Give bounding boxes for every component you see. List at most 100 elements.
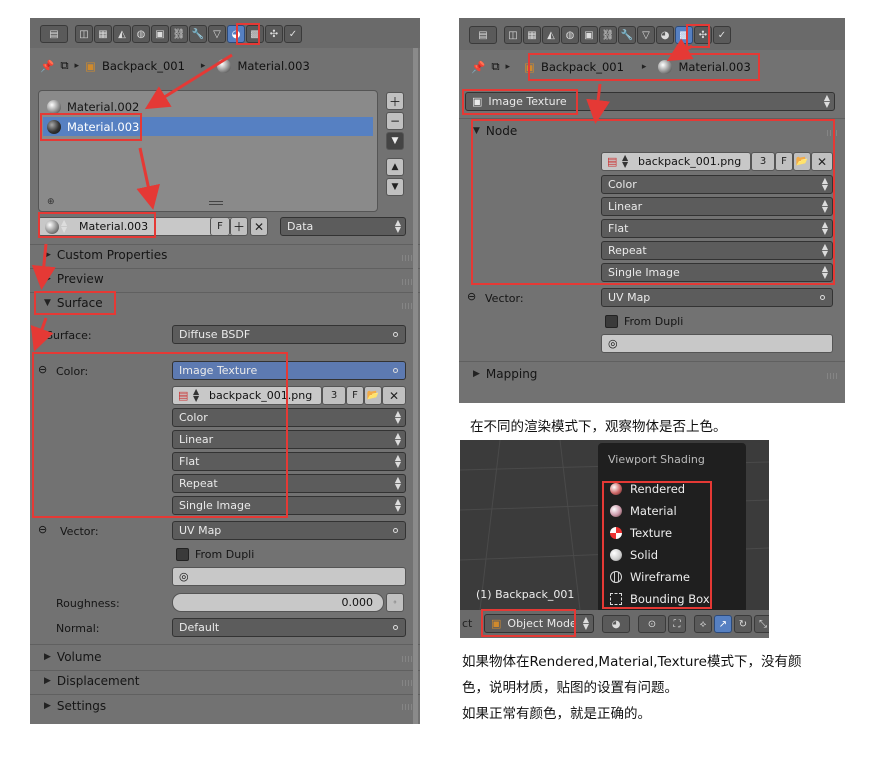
- header-cut-text: ct: [462, 617, 473, 630]
- highlight-color-node: [32, 352, 288, 518]
- mesh-icon: ⧉: [60, 58, 69, 72]
- snap-icon[interactable]: ⛶: [668, 615, 686, 633]
- editor-type-button[interactable]: ▤: [469, 26, 497, 44]
- vector-field[interactable]: UV Map: [601, 288, 833, 307]
- normal-field[interactable]: Default: [172, 618, 406, 637]
- roughness-label: Roughness:: [56, 597, 120, 610]
- unlink-image-button[interactable]: ✕: [382, 386, 406, 405]
- image-fake-user-button[interactable]: F: [346, 386, 364, 405]
- section-mapping[interactable]: ▶ Mapping: [473, 367, 537, 381]
- translate-icon[interactable]: ↗: [714, 615, 732, 633]
- highlight-node-section: [471, 119, 835, 285]
- from-dupli-checkbox[interactable]: From Dupli: [176, 548, 254, 561]
- open-image-icon[interactable]: 📂: [364, 386, 382, 405]
- world-tab-icon[interactable]: ◍: [561, 26, 579, 44]
- section-preview[interactable]: ▶ Preview: [44, 272, 104, 286]
- breadcrumb-material: Material.003: [237, 58, 310, 73]
- object-tab-icon[interactable]: ▣: [151, 25, 169, 43]
- scrollbar[interactable]: [413, 48, 418, 724]
- material-icon: [217, 58, 232, 73]
- surface-shader-field[interactable]: Diffuse BSDF: [172, 325, 406, 344]
- remove-slot-button[interactable]: −: [386, 112, 404, 130]
- highlight-material-slot: [40, 113, 142, 141]
- link-dropdown[interactable]: Data ▲ ▼: [280, 217, 406, 236]
- vector-node-picker[interactable]: ◎: [601, 334, 833, 353]
- caption-check-color: 如果物体在Rendered,Material,Texture模式下，没有颜 色，…: [462, 654, 802, 722]
- shading-dropdown-icon[interactable]: ◕: [602, 615, 630, 633]
- section-custom-properties[interactable]: ▶ Custom Properties: [44, 248, 167, 262]
- chevron-right-icon: ▸: [200, 60, 206, 71]
- rotate-icon[interactable]: ↻: [734, 615, 752, 633]
- constraints-tab-icon[interactable]: ⛓: [599, 26, 617, 44]
- collapse-icon[interactable]: ⊖: [467, 290, 476, 303]
- section-settings[interactable]: ▶ Settings: [44, 699, 106, 713]
- physics-tab-icon[interactable]: ✓: [713, 26, 731, 44]
- image-users-count: 3: [322, 386, 346, 405]
- material-slot-list[interactable]: Material.002 Material.003 ⊕: [38, 90, 378, 212]
- menu-title: Viewport Shading: [608, 453, 705, 466]
- particles-tab-icon[interactable]: ✣: [265, 25, 283, 43]
- node-socket-icon: ◎: [179, 570, 189, 583]
- highlight-texture-tab: [686, 24, 710, 48]
- move-down-button[interactable]: ▼: [386, 178, 404, 196]
- constraints-tab-icon[interactable]: ⛓: [170, 25, 188, 43]
- normal-label: Normal:: [56, 622, 100, 635]
- slot-specials-button[interactable]: ▼: [386, 132, 404, 150]
- render-tab-icon[interactable]: ◫: [75, 25, 93, 43]
- render-tab-icon[interactable]: ◫: [504, 26, 522, 44]
- scene-tab-icon[interactable]: ◭: [542, 26, 560, 44]
- highlight-object-mode: [481, 609, 576, 637]
- data-tab-icon[interactable]: ▽: [208, 25, 226, 43]
- move-up-button[interactable]: ▲: [386, 158, 404, 176]
- add-slot-button[interactable]: ＋: [386, 92, 404, 110]
- chevron-updown-icon: ▲ ▼: [394, 218, 401, 234]
- chevron-right-icon: ▶: [44, 250, 51, 260]
- layers-tab-icon[interactable]: ▦: [523, 26, 541, 44]
- modifiers-tab-icon[interactable]: 🔧: [618, 26, 636, 44]
- world-tab-icon[interactable]: ◍: [132, 25, 150, 43]
- list-filter-icon[interactable]: ⊕: [47, 197, 55, 207]
- physics-tab-icon[interactable]: ✓: [284, 25, 302, 43]
- highlight-material-tab: [236, 23, 260, 45]
- highlight-surface-section: [34, 291, 116, 315]
- highlight-shading-items: [602, 481, 712, 609]
- layers-tab-icon[interactable]: ▦: [94, 25, 112, 43]
- material-icon: [47, 99, 61, 114]
- chevron-right-icon: ▶: [44, 652, 51, 662]
- mesh-icon: ⧉: [491, 59, 500, 73]
- editor-type-button[interactable]: ▤: [40, 25, 68, 43]
- new-material-button[interactable]: ＋: [230, 217, 248, 236]
- object-icon: ▣: [85, 58, 96, 73]
- object-tab-icon[interactable]: ▣: [580, 26, 598, 44]
- context-tabs: ▤ ◫ ▦ ◭ ◍ ▣ ⛓ 🔧 ▽ ◕ ▩ ✣ ✓: [40, 25, 302, 43]
- roughness-slider[interactable]: 0.000: [172, 593, 384, 612]
- from-dupli-checkbox[interactable]: From Dupli: [605, 315, 683, 328]
- fake-user-button[interactable]: F: [210, 217, 230, 236]
- section-displacement[interactable]: ▶ Displacement: [44, 674, 139, 688]
- highlight-material-browse: [38, 212, 156, 238]
- caption-render-modes: 在不同的渲染模式下，观察物体是否上色。: [470, 419, 727, 435]
- node-socket-icon: ◎: [608, 337, 618, 350]
- scale-icon[interactable]: ⤡: [754, 615, 769, 633]
- material-tab-icon[interactable]: ◕: [656, 26, 674, 44]
- chevron-right-icon: ▸: [505, 61, 511, 72]
- collapse-icon[interactable]: ⊖: [38, 523, 47, 536]
- scene-tab-icon[interactable]: ◭: [113, 25, 131, 43]
- highlight-node-type: [462, 89, 578, 115]
- vector-field[interactable]: UV Map: [172, 521, 406, 540]
- surface-label: Surface:: [46, 329, 92, 342]
- vector-label: Vector:: [60, 525, 99, 538]
- pivot-dropdown-icon[interactable]: ⊙: [638, 615, 666, 633]
- pin-icon[interactable]: 📌: [471, 60, 485, 74]
- manipulator-icon[interactable]: ⟡: [694, 615, 712, 633]
- unlink-material-button[interactable]: ✕: [250, 217, 268, 236]
- roughness-link-button[interactable]: ◦: [386, 593, 404, 612]
- list-resize-grip[interactable]: [209, 201, 223, 205]
- vector-node-picker[interactable]: ◎: [172, 567, 406, 586]
- section-volume[interactable]: ▶ Volume: [44, 650, 102, 664]
- chevron-right-icon: ▶: [44, 274, 51, 284]
- pin-icon[interactable]: 📌: [40, 59, 54, 73]
- modifiers-tab-icon[interactable]: 🔧: [189, 25, 207, 43]
- data-tab-icon[interactable]: ▽: [637, 26, 655, 44]
- chevron-right-icon: ▶: [44, 676, 51, 686]
